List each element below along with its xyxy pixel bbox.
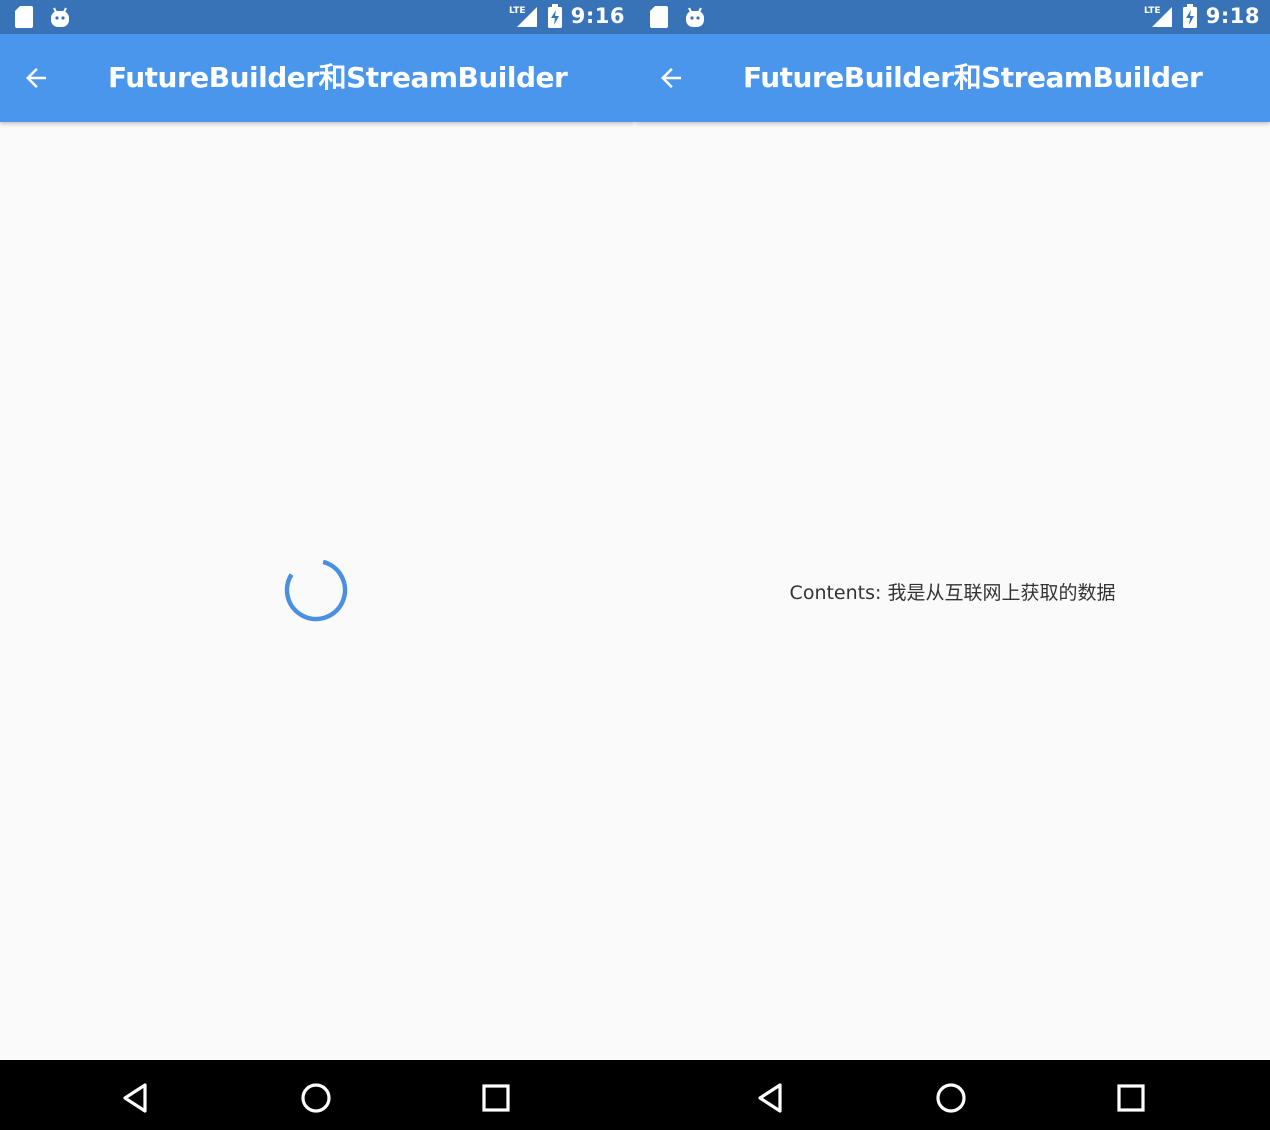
system-nav-bar [0,1060,635,1130]
sd-card-icon [15,6,33,28]
lte-signal-icon: LTE [509,6,537,27]
screens-container: LTE 9:16 FutureBuilder和StreamBuilder LTE… [0,0,1270,1130]
svg-text:LTE: LTE [1144,6,1161,16]
back-triangle-icon[interactable] [118,1080,154,1116]
app-bar: FutureBuilder和StreamBuilder [635,34,1270,122]
system-nav-bar [635,1060,1270,1130]
android-icon [686,7,704,27]
battery-charging-icon [547,4,562,28]
status-bar-left [649,5,707,29]
battery-charging-icon [1182,4,1197,28]
phone-screen-loading: LTE 9:16 FutureBuilder和StreamBuilder [0,0,635,1130]
contents-text: Contents: 我是从互联网上获取的数据 [789,582,1116,604]
status-bar: LTE 9:16 [0,0,635,34]
content-area [0,122,635,1060]
back-triangle-icon[interactable] [753,1080,789,1116]
status-bar: LTE 9:18 [635,0,1270,34]
status-bar-left [14,5,72,29]
back-button[interactable] [649,56,693,100]
page-title: FutureBuilder和StreamBuilder [743,61,1203,94]
android-icon [51,7,69,27]
status-time: 9:16 [570,4,625,28]
status-bar-right: LTE 9:16 [509,3,625,29]
recents-square-icon[interactable] [1113,1080,1149,1116]
phone-screen-loaded: LTE 9:18 FutureBuilder和StreamBuilder Con… [635,0,1270,1130]
back-button[interactable] [14,56,58,100]
content-area: Contents: 我是从互联网上获取的数据 [635,122,1270,1060]
sd-card-icon [650,6,668,28]
home-circle-icon[interactable] [298,1080,334,1116]
status-time: 9:18 [1205,4,1260,28]
recents-square-icon[interactable] [478,1080,514,1116]
page-title: FutureBuilder和StreamBuilder [108,61,568,94]
svg-text:LTE: LTE [509,6,526,16]
circular-progress-icon [284,559,348,622]
status-bar-right: LTE 9:18 [1144,3,1260,29]
home-circle-icon[interactable] [933,1080,969,1116]
arrow-back-icon [661,68,681,88]
arrow-back-icon [26,68,46,88]
lte-signal-icon: LTE [1144,6,1172,27]
app-bar: FutureBuilder和StreamBuilder [0,34,635,122]
